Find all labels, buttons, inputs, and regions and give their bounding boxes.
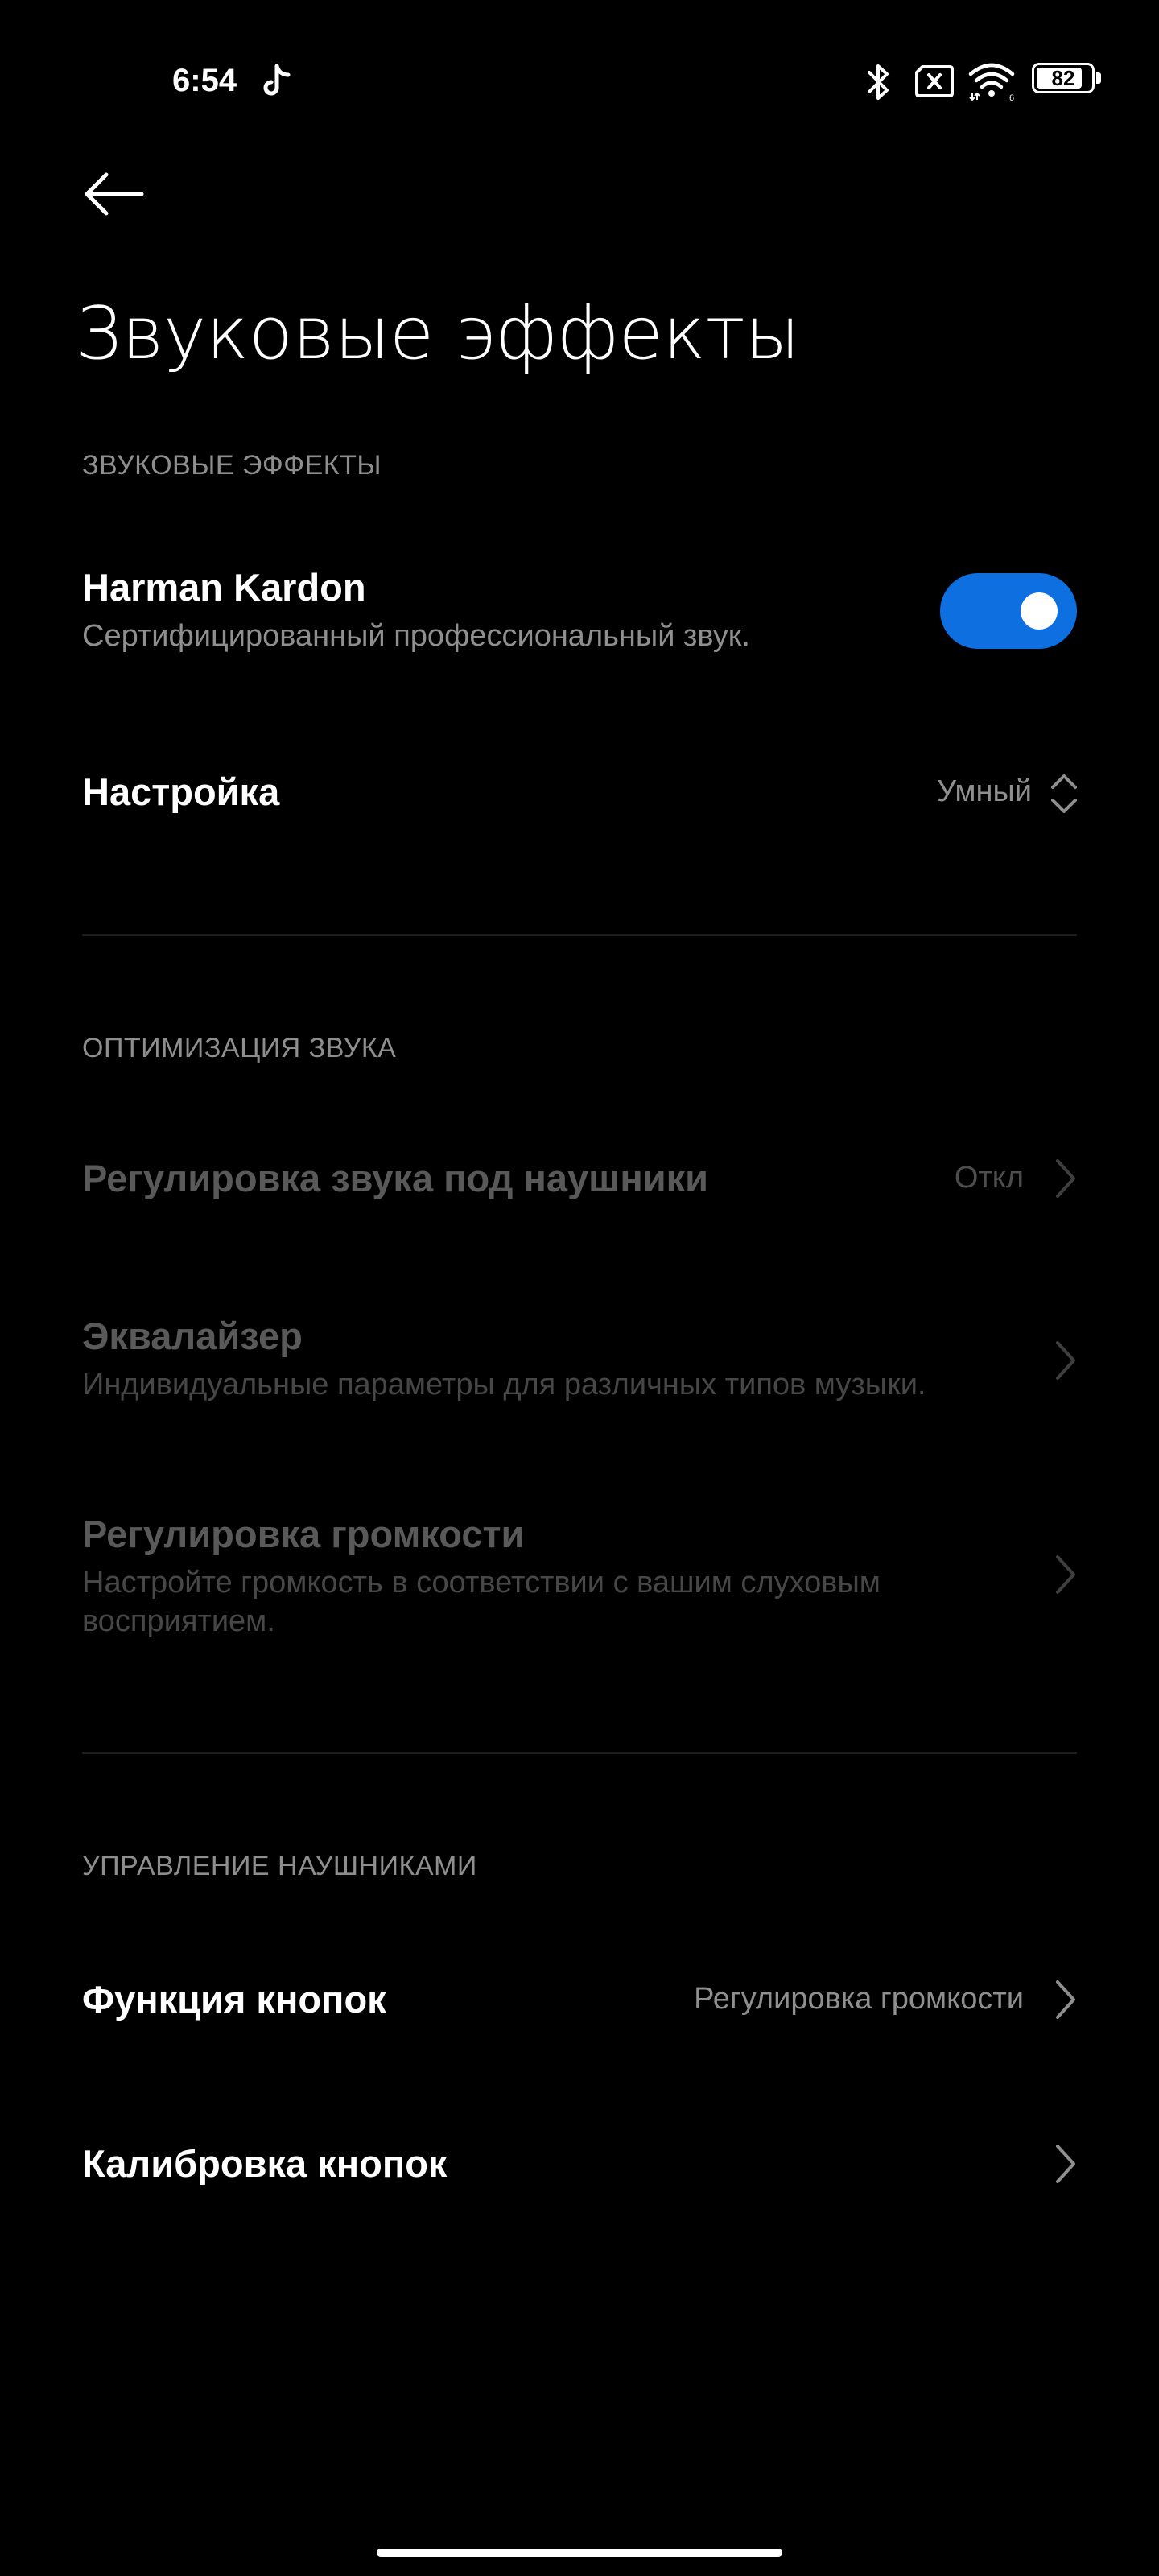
volume-adjust-row[interactable]: Регулировка громкости Настройте громкост… [0,1489,1159,1666]
headphones-adjust-row[interactable]: Регулировка звука под наушники Откл [0,1130,1159,1227]
chevron-right-icon [1056,1555,1075,1594]
divider [82,1752,1077,1754]
setting-row[interactable]: Настройка Умный [0,741,1159,845]
chevron-right-icon [1056,1341,1075,1380]
divider [82,934,1077,936]
page-title: Звуковые эффекты [76,291,800,376]
home-indicator[interactable] [377,2549,782,2557]
sim-off-icon [915,65,954,97]
bluetooth-icon [868,64,889,100]
back-arrow-icon [85,172,144,216]
equalizer-title: Эквалайзер [82,1315,303,1357]
button-function-row[interactable]: Функция кнопок Регулировка громкости [0,1948,1159,2053]
battery-icon: 82 [1032,63,1104,98]
volume-adjust-subtitle: Настройте громкость в соответствии с ваш… [82,1566,881,1638]
button-calibration-row[interactable]: Калибровка кнопок [0,2112,1159,2217]
headphones-adjust-value: Откл [954,1161,1024,1195]
back-button[interactable] [77,158,150,230]
wifi-icon: 6 [968,63,1015,101]
section-header-sound-effects: ЗВУКОВЫЕ ЭФФЕКТЫ [82,450,382,481]
button-function-title: Функция кнопок [82,1978,386,2021]
harman-kardon-title: Harman Kardon [82,566,366,609]
button-function-value: Регулировка громкости [694,1982,1024,2016]
setting-title: Настройка [82,770,280,813]
harman-kardon-toggle[interactable] [940,573,1077,649]
harman-kardon-subtitle: Сертифицированный профессиональный звук. [82,619,750,653]
section-header-optimization: ОПТИМИЗАЦИЯ ЗВУКА [82,1033,397,1063]
svg-text:6: 6 [1009,93,1014,101]
volume-adjust-title: Регулировка громкости [82,1513,525,1555]
tiktok-icon [263,64,291,96]
toggle-knob [1021,592,1058,630]
chevron-right-icon [1056,2145,1075,2183]
chevron-up-down-icon [1051,774,1077,813]
equalizer-subtitle: Индивидуальные параметры для различных т… [82,1368,926,1402]
equalizer-row[interactable]: Эквалайзер Индивидуальные параметры для … [0,1291,1159,1428]
battery-level: 82 [1051,66,1075,90]
setting-value: Умный [936,774,1032,808]
status-time: 6:54 [172,63,237,98]
chevron-right-icon [1056,1980,1075,2019]
chevron-right-icon [1056,1159,1075,1198]
button-calibration-title: Калибровка кнопок [82,2142,448,2185]
section-header-headphone-control: УПРАВЛЕНИЕ НАУШНИКАМИ [82,1851,477,1881]
headphones-adjust-title: Регулировка звука под наушники [82,1157,709,1199]
